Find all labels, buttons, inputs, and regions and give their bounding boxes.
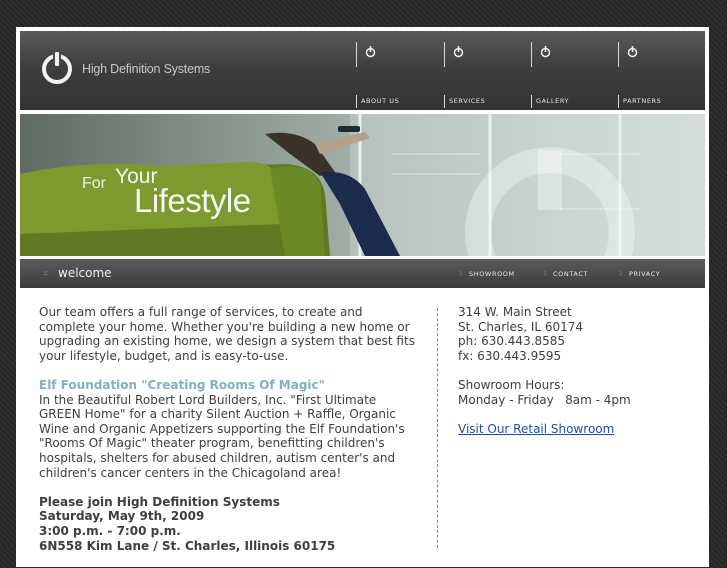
hero-banner: For Your Lifestyle [20,114,705,256]
contact-column: 314 W. Main Street St. Charles, IL 60174… [458,305,688,436]
intro-paragraph: Our team offers a full range of services… [39,305,415,363]
power-icon [453,46,464,58]
nav-divider [356,95,357,108]
nav-divider [356,42,357,67]
nav-divider [618,42,619,67]
section-title: welcome [58,266,112,280]
contact-link[interactable]: CONTACT [553,270,588,278]
phone-number: ph: 630.443.8585 [458,334,566,349]
event-time: 3:00 p.m. - 7:00 p.m. [39,523,181,538]
nav-divider [531,95,532,108]
column-divider [437,308,438,548]
power-icon [365,46,376,58]
visit-showroom-link[interactable]: Visit Our Retail Showroom [458,422,614,436]
nav-item-services[interactable]: SERVICES [444,31,530,110]
privacy-link[interactable]: PRIVACY [629,270,660,278]
nav-label[interactable]: GALLERY [536,97,569,105]
nav-divider [618,95,619,108]
power-icon [627,46,638,58]
elf-heading: Elf Foundation "Creating Rooms Of Magic" [39,377,325,392]
fax-number: fx: 630.443.9595 [458,348,562,363]
dots-icon: :: [543,269,547,277]
main-column: Our team offers a full range of services… [39,305,419,568]
event-heading: Please join High Definition Systems [39,494,280,509]
tagline-for: For [82,175,106,192]
event-details: Please join High Definition Systems Satu… [39,495,419,553]
hours-value: Monday - Friday 8am - 4pm [458,392,631,407]
hours-label: Showroom Hours: [458,377,565,392]
nav-item-gallery[interactable]: GALLERY [531,31,617,110]
elf-body: In the Beautiful Robert Lord Builders, I… [39,392,405,480]
address-city: St. Charles, IL 60174 [458,319,584,334]
event-address: 6N558 Kim Lane / St. Charles, Illinois 6… [39,538,336,553]
nav-divider [444,42,445,67]
main-content: Our team offers a full range of services… [20,288,705,553]
nav-divider [444,95,445,108]
nav-divider [531,42,532,67]
nav-label[interactable]: ABOUT US [361,97,399,105]
nav-label[interactable]: PARTNERS [623,97,661,105]
power-icon [540,46,551,58]
section-bar: ::: welcome :: SHOWROOM :: CONTACT :: PR… [20,259,705,288]
address-street: 314 W. Main Street [458,305,572,319]
showroom-link[interactable]: SHOWROOM [469,270,515,278]
nav-label[interactable]: SERVICES [449,97,485,105]
nav-item-about-us[interactable]: ABOUT US [356,31,442,110]
elf-section: Elf Foundation "Creating Rooms Of Magic"… [39,378,419,480]
site-header: High Definition Systems ABOUT US SERVICE… [20,31,705,110]
dots-icon: :: [619,269,623,277]
dots-icon: :: [459,269,463,277]
nav-item-partners[interactable]: PARTNERS [618,31,704,110]
dots-icon: ::: [43,269,48,277]
power-icon[interactable] [40,49,74,85]
event-date: Saturday, May 9th, 2009 [39,509,205,524]
tagline-lifestyle: Lifestyle [134,182,251,219]
brand-name[interactable]: High Definition Systems [82,62,210,76]
